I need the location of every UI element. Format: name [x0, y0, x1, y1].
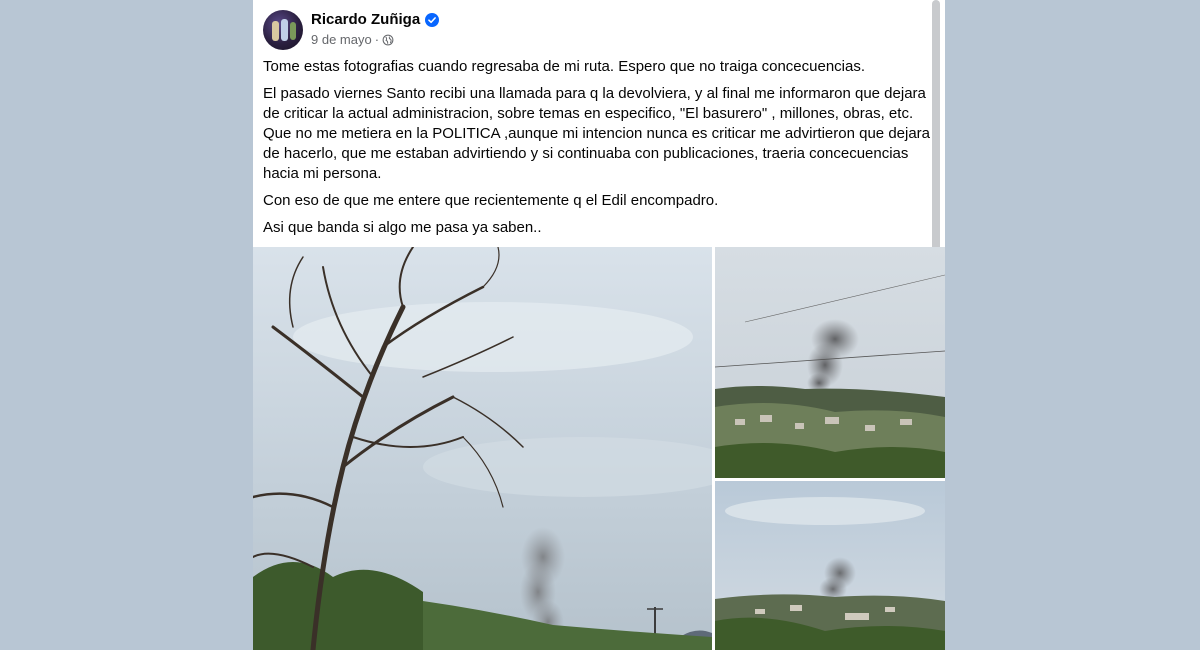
scrollbar-thumb[interactable] — [932, 0, 940, 255]
post-header: Ricardo Zuñiga 9 de mayo · — [263, 8, 923, 52]
meta-separator: · — [374, 32, 380, 47]
author-row: Ricardo Zuñiga — [311, 11, 440, 28]
author-name[interactable]: Ricardo Zuñiga — [311, 11, 420, 28]
post-photo-2[interactable] — [715, 247, 945, 478]
globe-icon[interactable] — [382, 34, 394, 46]
verified-badge-icon — [425, 12, 440, 27]
author-avatar[interactable] — [263, 10, 303, 50]
post-paragraph: Asi que banda si algo me pasa ya saben.. — [263, 219, 542, 236]
post-paragraph: Con eso de que me entere que recientemen… — [263, 192, 719, 209]
post-photo-3[interactable] — [715, 481, 945, 650]
scrollbar[interactable] — [932, 0, 940, 255]
post-photo-1[interactable] — [253, 247, 712, 650]
post-paragraph: El pasado viernes Santo recibi una llama… — [263, 85, 931, 182]
post-text: Tome estas fotografias cuando regresaba … — [263, 57, 935, 245]
post-date[interactable]: 9 de mayo — [311, 32, 372, 47]
post-paragraph: Tome estas fotografias cuando regresaba … — [263, 58, 866, 75]
post-meta: 9 de mayo · — [311, 32, 394, 47]
